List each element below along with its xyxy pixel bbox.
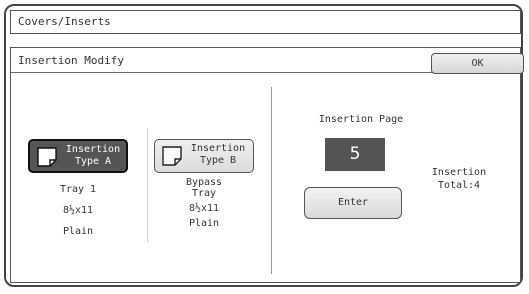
insertion-type-a-label: Insertion Type A xyxy=(59,144,127,168)
insertion-total-line2: Total:4 xyxy=(437,180,481,191)
type-divider xyxy=(147,128,148,242)
insertion-type-b-line2: Type B xyxy=(199,155,237,166)
insertion-type-b-button[interactable]: Insertion Type B xyxy=(154,139,254,173)
insertion-type-a-line2: Type A xyxy=(74,156,112,167)
section-divider xyxy=(271,87,272,274)
insertion-type-a-line1: Insertion xyxy=(65,144,121,155)
window-title: Covers/Inserts xyxy=(10,10,521,34)
enter-button[interactable]: Enter xyxy=(304,187,402,219)
insertion-type-a-button[interactable]: Insertion Type A xyxy=(28,139,128,173)
tray-b-paper: Plain xyxy=(188,218,220,229)
tray-info-b: Bypass Tray 8½x11 Plain xyxy=(154,177,254,229)
insertion-total-line1: Insertion xyxy=(431,167,487,178)
tray-b-name-line1: Bypass xyxy=(185,177,223,188)
tray-b-name-line2: Tray xyxy=(191,188,217,199)
insertion-page-label: Insertion Page xyxy=(318,114,404,125)
tray-b-size: 8½x11 xyxy=(188,203,220,214)
tray-a-paper: Plain xyxy=(62,226,94,237)
page-icon xyxy=(37,147,57,167)
insertion-total: Insertion Total:4 xyxy=(421,166,497,192)
insertion-page-value[interactable]: 5 xyxy=(325,138,385,171)
insertion-type-b-line1: Insertion xyxy=(190,143,246,154)
ok-button[interactable]: OK xyxy=(431,53,524,74)
insertion-modify-panel: Insertion Modify OK Insertion Type A Tra… xyxy=(10,47,524,283)
tray-info-a: Tray 1 8½x11 Plain xyxy=(28,184,128,238)
tray-a-size: 8½x11 xyxy=(62,205,94,216)
tray-a-name: Tray 1 xyxy=(59,184,97,195)
page-icon xyxy=(162,146,182,166)
insertion-type-b-label: Insertion Type B xyxy=(184,143,252,167)
